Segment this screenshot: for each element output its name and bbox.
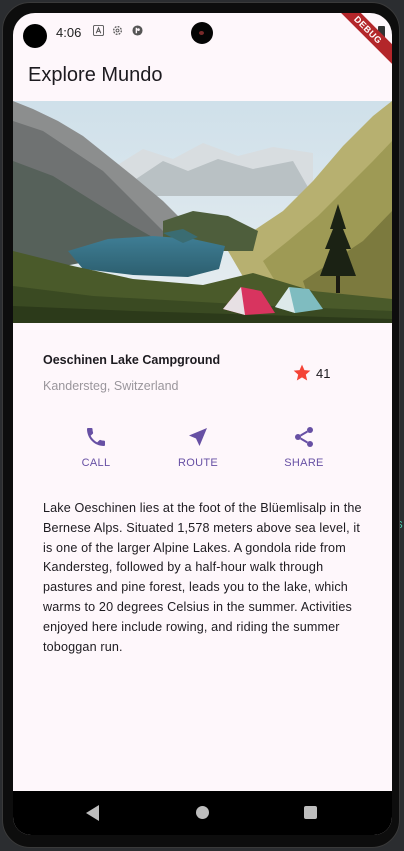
punch-hole (23, 24, 47, 48)
system-navigation-bar (13, 791, 392, 835)
action-buttons-row: CALL ROUTE SHARE (13, 425, 392, 485)
place-description: Lake Oeschinen lies at the foot of the B… (43, 501, 362, 654)
near-me-icon (189, 428, 207, 446)
vpn-key-icon (132, 25, 143, 36)
place-location: Kandersteg, Switzerland (43, 379, 179, 393)
hero-image (13, 101, 392, 323)
accessibility-icon (93, 25, 104, 36)
phone-frame: 4:06 DEBUG Explore Mundo Oeschinen Lake … (2, 2, 400, 848)
share-icon (295, 427, 313, 447)
share-label: SHARE (284, 457, 324, 469)
phone-screen: 4:06 DEBUG Explore Mundo Oeschinen Lake … (13, 13, 392, 835)
home-icon[interactable] (196, 806, 209, 819)
rating-count: 41 (316, 366, 331, 381)
route-label: ROUTE (178, 457, 218, 469)
route-button[interactable]: ROUTE (158, 425, 238, 483)
status-time: 4:06 (56, 25, 82, 40)
call-button[interactable]: CALL (56, 425, 136, 483)
back-icon[interactable] (86, 805, 99, 821)
page-title: Explore Mundo (28, 64, 163, 86)
call-label: CALL (81, 457, 111, 469)
place-title: Oeschinen Lake Campground (43, 353, 221, 367)
app-bar: Explore Mundo (13, 51, 392, 101)
lake-landscape-image (13, 101, 392, 323)
gear-icon (113, 26, 122, 35)
phone-icon (87, 428, 105, 446)
front-camera (191, 22, 213, 44)
star-icon[interactable] (292, 363, 312, 383)
share-button[interactable]: SHARE (264, 425, 344, 483)
recents-icon[interactable] (304, 806, 317, 819)
favorite-rating[interactable]: 41 (292, 363, 352, 385)
status-bar: 4:06 DEBUG (13, 13, 392, 71)
